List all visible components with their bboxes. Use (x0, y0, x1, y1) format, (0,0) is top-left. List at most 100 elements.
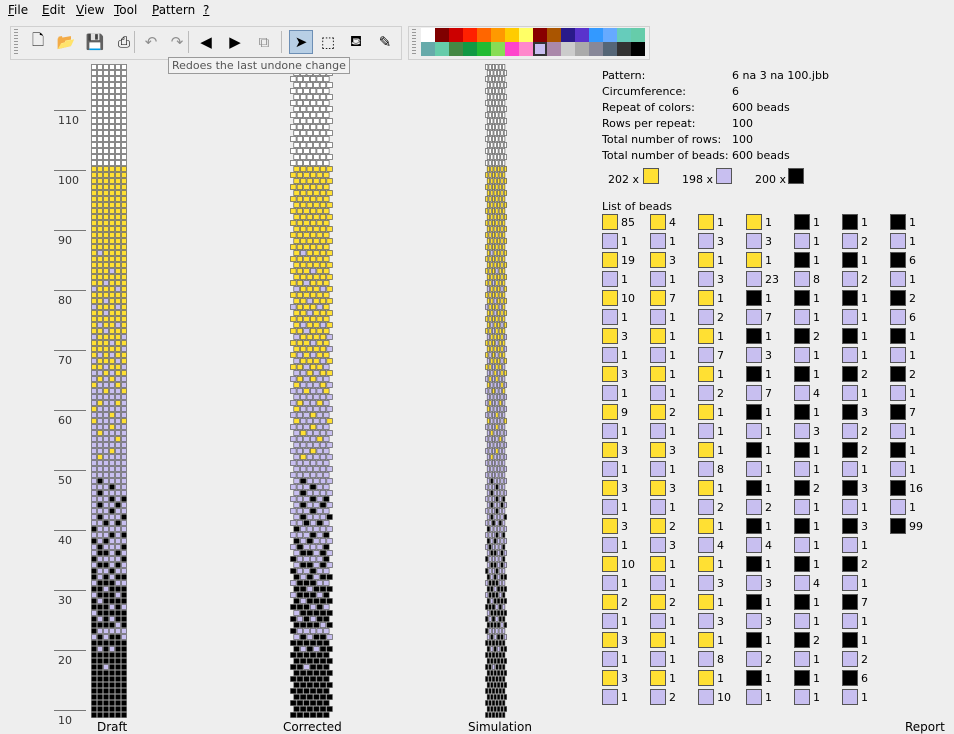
bead-cell[interactable] (91, 472, 97, 478)
bead-cell[interactable] (493, 466, 497, 472)
bead-cell[interactable] (316, 712, 323, 718)
bead-cell[interactable] (109, 610, 115, 616)
bead-cell[interactable] (293, 106, 300, 112)
bead-cell[interactable] (492, 172, 496, 178)
save-button[interactable]: 💾 (83, 30, 107, 54)
bead-cell[interactable] (323, 424, 330, 430)
bead-cell[interactable] (323, 376, 330, 382)
bead-cell[interactable] (500, 682, 504, 688)
bead-cell[interactable] (300, 262, 307, 268)
bead-cell[interactable] (492, 208, 496, 214)
bead-cell[interactable] (293, 262, 300, 268)
bead-cell[interactable] (326, 442, 333, 448)
bead-cell[interactable] (103, 478, 109, 484)
bead-cell[interactable] (103, 352, 109, 358)
bead-cell[interactable] (97, 118, 103, 124)
bead-cell[interactable] (115, 382, 121, 388)
bead-cell[interactable] (97, 640, 103, 646)
bead-cell[interactable] (306, 658, 313, 664)
bead-cell[interactable] (306, 310, 313, 316)
bead-cell[interactable] (326, 658, 333, 664)
bead-cell[interactable] (326, 598, 333, 604)
bead-cell[interactable] (109, 352, 115, 358)
bead-cell[interactable] (103, 322, 109, 328)
bead-cell[interactable] (300, 706, 307, 712)
bead-cell[interactable] (323, 172, 330, 178)
bead-cell[interactable] (290, 220, 297, 226)
bead-cell[interactable] (293, 418, 300, 424)
bead-cell[interactable] (306, 418, 313, 424)
bead-cell[interactable] (488, 628, 492, 634)
bead-cell[interactable] (486, 394, 490, 400)
bead-cell[interactable] (97, 478, 103, 484)
bead-cell[interactable] (495, 604, 499, 610)
bead-cell[interactable] (492, 292, 496, 298)
bead-cell[interactable] (490, 658, 494, 664)
bead-cell[interactable] (486, 310, 490, 316)
bead-cell[interactable] (326, 466, 333, 472)
bead-cell[interactable] (323, 316, 330, 322)
bead-cell[interactable] (486, 226, 490, 232)
bead-cell[interactable] (306, 526, 313, 532)
bead-cell[interactable] (121, 520, 127, 526)
bead-cell[interactable] (121, 244, 127, 250)
bead-cell[interactable] (497, 382, 501, 388)
bead-cell[interactable] (498, 232, 502, 238)
bead-cell[interactable] (97, 562, 103, 568)
bead-cell[interactable] (91, 376, 97, 382)
bead-cell[interactable] (303, 568, 310, 574)
bead-cell[interactable] (492, 76, 496, 82)
bead-cell[interactable] (103, 580, 109, 586)
bead-cell[interactable] (319, 310, 327, 316)
bead-cell[interactable] (316, 472, 323, 478)
bead-cell[interactable] (492, 532, 496, 538)
bead-cell[interactable] (493, 370, 497, 376)
bead-cell[interactable] (293, 190, 300, 196)
bead-cell[interactable] (103, 382, 109, 388)
bead-cell[interactable] (91, 130, 97, 136)
bead-cell[interactable] (493, 550, 497, 556)
bead-cell[interactable] (109, 442, 115, 448)
bead-cell[interactable] (490, 286, 494, 292)
bead-cell[interactable] (121, 454, 127, 460)
bead-cell[interactable] (91, 550, 97, 556)
bead-cell[interactable] (97, 340, 103, 346)
bead-cell[interactable] (503, 142, 507, 148)
bead-cell[interactable] (303, 700, 310, 706)
bead-cell[interactable] (115, 490, 121, 496)
bead-cell[interactable] (121, 304, 127, 310)
bead-cell[interactable] (290, 472, 297, 478)
bead-cell[interactable] (97, 430, 103, 436)
bead-cell[interactable] (316, 616, 323, 622)
bead-cell[interactable] (502, 424, 506, 430)
bead-cell[interactable] (319, 622, 327, 628)
bead-cell[interactable] (109, 634, 115, 640)
bead-cell[interactable] (91, 520, 97, 526)
bead-cell[interactable] (290, 580, 297, 586)
bead-cell[interactable] (323, 184, 330, 190)
bead-cell[interactable] (103, 334, 109, 340)
bead-cell[interactable] (313, 466, 320, 472)
bead-cell[interactable] (296, 424, 303, 430)
bead-cell[interactable] (91, 208, 97, 214)
bead-cell[interactable] (495, 544, 499, 550)
bead-cell[interactable] (109, 220, 115, 226)
bead-cell[interactable] (300, 322, 307, 328)
bead-cell[interactable] (488, 100, 492, 106)
bead-cell[interactable] (488, 196, 492, 202)
bead-cell[interactable] (502, 244, 506, 250)
bead-cell[interactable] (326, 274, 333, 280)
bead-cell[interactable] (109, 292, 115, 298)
bead-cell[interactable] (316, 628, 323, 634)
bead-cell[interactable] (97, 712, 103, 718)
bead-cell[interactable] (313, 190, 320, 196)
bead-cell[interactable] (121, 232, 127, 238)
bead-cell[interactable] (495, 700, 499, 706)
bead-cell[interactable] (498, 76, 502, 82)
bead-cell[interactable] (485, 208, 489, 214)
palette-color-swatch[interactable] (547, 42, 561, 56)
bead-cell[interactable] (300, 634, 307, 640)
bead-cell[interactable] (300, 154, 307, 160)
bead-cell[interactable] (103, 520, 109, 526)
bead-cell[interactable] (495, 232, 499, 238)
